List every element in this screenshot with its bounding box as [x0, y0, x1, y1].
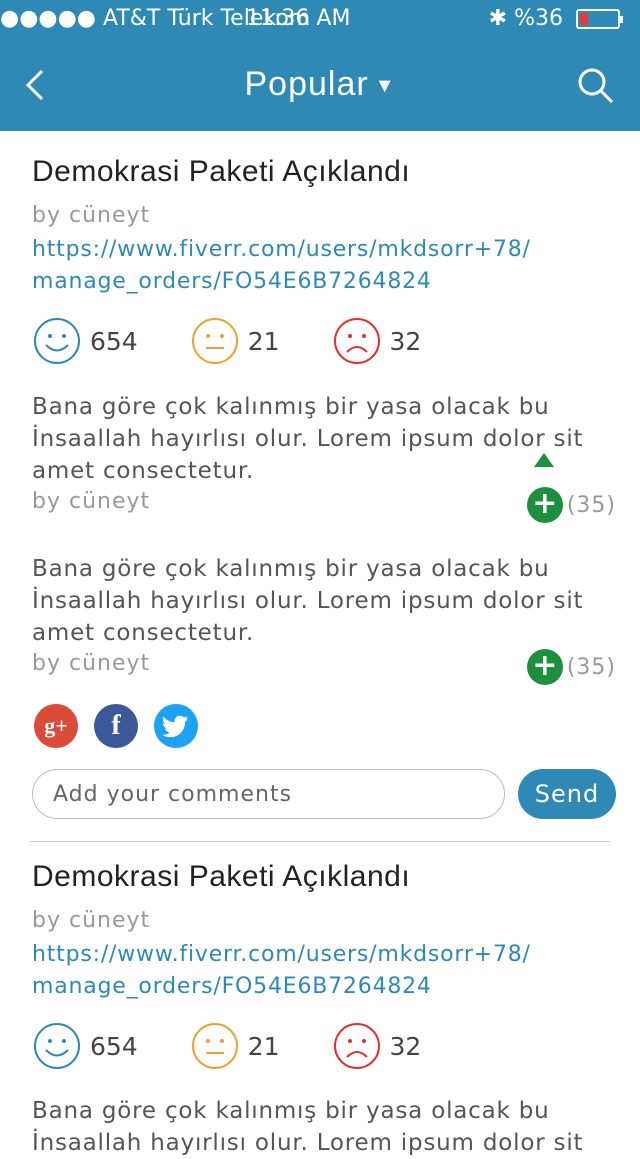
comment-author: by cüneyt [32, 651, 151, 676]
comment-item: Bana göre çok kalınmış bir yasa olacak b… [0, 1095, 640, 1159]
react-sad-button[interactable]: 32 [332, 1021, 422, 1071]
comment-line: Bana göre çok kalınmış bir yasa olacak b… [32, 394, 550, 420]
neutral-face-icon [191, 318, 238, 364]
caret-down-icon: ▼ [374, 74, 396, 97]
battery-percent: %36 [514, 6, 563, 31]
upvote-button[interactable]: + (35) [526, 649, 616, 685]
neutral-count: 21 [247, 326, 280, 356]
comment-meta: by cüneyt + (35) [32, 453, 616, 525]
comment-text: Bana göre çok kalınmış bir yasa olacak b… [32, 553, 616, 649]
page-title: Popular [244, 65, 369, 103]
react-neutral-button[interactable]: 21 [190, 316, 280, 366]
search-button[interactable] [576, 66, 616, 106]
nav-bar: Popular ▼ [0, 40, 640, 131]
twitter-bird-icon [163, 715, 188, 737]
post-link-line1: https://www.fiverr.com/users/mkdsorr+78/ [32, 237, 531, 262]
comment-meta: by cüneyt + (35) [32, 649, 616, 687]
google-plus-icon: g+ [44, 713, 68, 738]
react-happy-button[interactable]: 654 [32, 1021, 138, 1071]
comment-composer: Send [0, 769, 640, 821]
plus-icon: + [526, 649, 563, 685]
post-title[interactable]: Demokrasi Paketi Açıklandı [32, 155, 616, 189]
reactions: 654 21 32 [32, 1021, 616, 1071]
comment-item: Bana göre çok kalınmış bir yasa olacak b… [0, 553, 640, 687]
happy-face-icon [34, 1023, 80, 1069]
neutral-count: 21 [247, 1031, 280, 1061]
post-author: by cüneyt [32, 203, 151, 228]
sad-count: 32 [389, 1031, 422, 1061]
comment-line: İnsaallah hayırlısı olur. Lorem ipsum do… [32, 426, 584, 452]
facebook-icon: f [111, 710, 121, 741]
upvote-button[interactable]: + (35) [526, 453, 616, 523]
comment-line: İnsaallah hayırlısı olur. Lorem ipsum do… [32, 1130, 584, 1156]
comment-line: Bana göre çok kalınmış bir yasa olacak b… [32, 1098, 550, 1124]
comment-text: Bana göre çok kalınmış bir yasa olacak b… [32, 1095, 616, 1159]
react-sad-button[interactable]: 32 [332, 316, 422, 366]
vote-count: (35) [566, 654, 616, 680]
post-link[interactable]: https://www.fiverr.com/users/mkdsorr+78/… [32, 234, 616, 298]
share-bar: g+ f [0, 704, 214, 748]
comment-line: amet consectetur. [32, 458, 255, 484]
sad-count: 32 [389, 326, 422, 356]
post-title[interactable]: Demokrasi Paketi Açıklandı [32, 860, 616, 894]
bluetooth-icon: ✱ [488, 6, 508, 31]
vote-count: (35) [566, 492, 616, 518]
battery-icon [576, 9, 623, 29]
sad-face-icon [333, 1023, 380, 1069]
post-link-line2: manage_orders/FO54E6B7264824 [32, 974, 432, 999]
post-author: by cüneyt [32, 908, 151, 933]
feed-selector[interactable]: Popular ▼ [0, 65, 640, 104]
reactions: 654 21 32 [32, 316, 616, 366]
battery-indicator: ✱ %36 [488, 6, 623, 31]
comment-line: Bana göre çok kalınmış bir yasa olacak b… [32, 556, 550, 582]
post-link-line1: https://www.fiverr.com/users/mkdsorr+78/ [32, 942, 531, 967]
clock: 11:36 AM [246, 6, 351, 31]
happy-count: 654 [90, 326, 138, 356]
react-neutral-button[interactable]: 21 [190, 1021, 280, 1071]
comment-line: İnsaallah hayırlısı olur. Lorem ipsum do… [32, 588, 584, 614]
happy-count: 654 [90, 1031, 138, 1061]
post-link[interactable]: https://www.fiverr.com/users/mkdsorr+78/… [32, 939, 616, 1003]
comment-line: amet consectetur. [32, 620, 255, 646]
search-icon [578, 68, 614, 104]
comment-text: Bana göre çok kalınmış bir yasa olacak b… [32, 391, 616, 487]
happy-face-icon [34, 318, 80, 364]
neutral-face-icon [191, 1023, 238, 1069]
react-happy-button[interactable]: 654 [32, 316, 138, 366]
post-link-line2: manage_orders/FO54E6B7264824 [32, 269, 432, 294]
app-header: ●●●●● AT&T Türk Telekom 11:36 AM ✱ %36 P… [0, 0, 640, 131]
arrow-up-icon [534, 453, 554, 467]
facebook-share-button[interactable]: f [94, 704, 138, 748]
plus-icon: + [526, 487, 563, 523]
comment-input[interactable] [32, 769, 505, 819]
post-divider [30, 841, 610, 842]
sad-face-icon [333, 318, 380, 364]
send-button[interactable]: Send [518, 769, 616, 819]
post-card: Demokrasi Paketi Açıklandı by cüneyt htt… [0, 155, 640, 366]
status-bar: ●●●●● AT&T Türk Telekom 11:36 AM ✱ %36 [0, 0, 640, 40]
twitter-share-button[interactable] [154, 704, 198, 748]
comment-item: Bana göre çok kalınmış bir yasa olacak b… [0, 391, 640, 525]
google-plus-share-button[interactable]: g+ [34, 704, 78, 748]
comment-author: by cüneyt [32, 489, 151, 514]
post-card: Demokrasi Paketi Açıklandı by cüneyt htt… [0, 860, 640, 1071]
